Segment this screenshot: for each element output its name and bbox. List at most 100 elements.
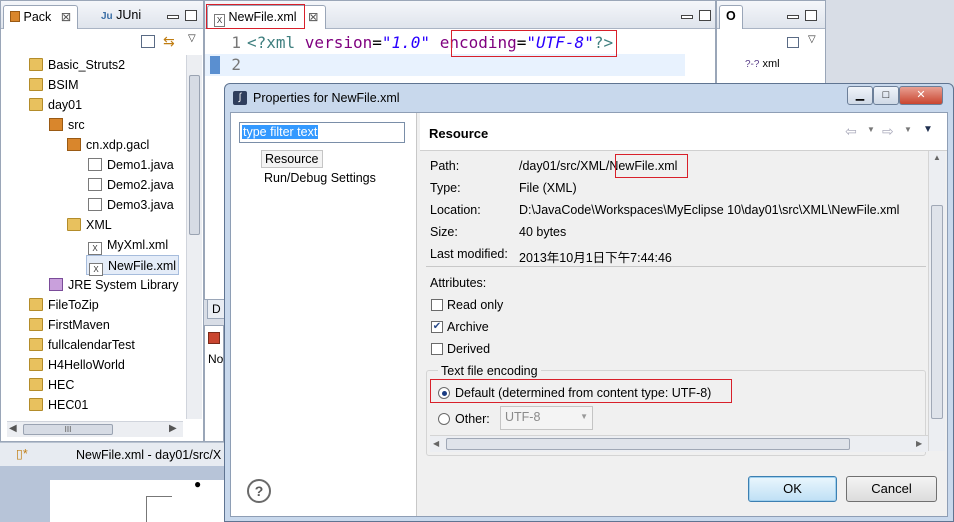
view-menu-icon[interactable]: ▼ [923,124,933,135]
cancel-button[interactable]: Cancel [846,476,937,502]
nav-item-run-debug[interactable]: Run/Debug Settings [264,171,376,185]
tree-item-bsim[interactable]: BSIM [29,75,79,95]
scroll-right-icon[interactable]: ▶ [916,439,922,448]
derived-checkbox[interactable] [431,343,443,355]
size-value: 40 bytes [519,225,567,239]
tree-item-label: Demo2.java [107,178,174,192]
back-icon[interactable]: ⇦ [845,123,857,140]
section-title: Resource [429,126,489,141]
tab-label: Pack [23,10,52,24]
tab-outline[interactable]: O [719,5,743,29]
other-encoding-radio[interactable] [438,413,450,425]
code-line-2[interactable]: 2 [205,54,685,76]
tree-item-day01[interactable]: day01 [29,95,82,115]
tree-item-hec01[interactable]: HEC01 [29,395,88,415]
view-menu-icon[interactable]: ▽ [188,33,196,44]
tree-item-label: FileToZip [48,298,99,312]
tab-label: O [726,9,736,23]
close-icon[interactable]: ⊠ [308,10,318,24]
minimize-button[interactable] [681,15,693,19]
tree-item-newfile[interactable]: X NewFile.xml [86,255,180,276]
folder-icon [67,218,81,231]
project-icon [29,358,43,371]
close-icon[interactable]: ⊠ [61,10,71,24]
last-modified-value: 2013年10月1日下午7:44:46 [519,251,672,265]
horizontal-scrollbar[interactable]: ◀ ▶ [430,435,928,452]
problems-icon [208,332,220,344]
help-button[interactable]: ? [247,479,271,503]
outline-item-label: xml [762,58,780,70]
path-prefix: /day01/src/XML/ [519,159,610,173]
tree-item-src[interactable]: src [49,115,85,135]
tree-item-label: JRE System Library [68,278,179,292]
document-box [146,496,172,522]
tree-item-xml-folder[interactable]: XML [67,215,112,235]
close-button[interactable]: ✕ [899,86,943,105]
tab-package-explorer[interactable]: Pack ⊠ [3,5,79,29]
nav-item-resource[interactable]: Resource [261,150,323,168]
scroll-left-icon[interactable]: ◀ [433,439,439,448]
other-encoding-select[interactable]: UTF-8 ▼ [500,406,593,430]
tree-item-basic-struts2[interactable]: Basic_Struts2 [29,55,125,75]
tab-junit[interactable]: Ju JUni [95,5,147,29]
tree-item-label: Demo3.java [107,198,174,212]
scroll-right-icon[interactable]: ▶ [169,423,177,434]
xml-space [430,33,440,52]
read-only-checkbox[interactable] [431,299,443,311]
collapse-all-icon[interactable] [141,35,155,48]
outline-item-xml[interactable]: ?-? xml [745,58,780,70]
package-explorer-tabbar: Pack ⊠ Ju JUni [1,1,203,29]
project-icon [29,338,43,351]
minimize-button[interactable] [787,15,799,19]
tree-item-label: MyXml.xml [107,238,169,252]
maximize-button[interactable] [185,10,197,21]
view-menu-icon[interactable]: ▽ [808,34,816,45]
vertical-scrollbar[interactable] [186,55,202,419]
maximize-button[interactable] [805,10,817,21]
tree-item-demo1[interactable]: Demo1.java [88,155,174,175]
tree-item-label: Demo1.java [107,158,174,172]
java-file-icon [88,178,102,191]
tree-item-jre-library[interactable]: JRE System Library [49,275,178,295]
dialog-titlebar: ∫ Properties for NewFile.xml ▁ □ ✕ [225,84,953,112]
tree-item-demo3[interactable]: Demo3.java [88,195,174,215]
scroll-left-icon[interactable]: ◀ [9,423,17,434]
scrollbar-thumb[interactable] [189,75,200,235]
forward-icon[interactable]: ⇨ [882,123,894,140]
bullet-icon: ● [194,477,202,491]
tree-item-h4helloworld[interactable]: H4HelloWorld [29,355,125,375]
status-text: NewFile.xml - day01/src/X [76,448,222,462]
tree-item-firstmaven[interactable]: FirstMaven [29,315,110,335]
tree-item-label: cn.xdp.gacl [86,138,150,152]
tree-item-package[interactable]: cn.xdp.gacl [67,135,149,155]
vertical-scrollbar[interactable]: ▲ [928,151,945,451]
tree-item-hec[interactable]: HEC [29,375,74,395]
link-with-editor-icon[interactable]: ⇆ [163,33,175,50]
package-explorer-icon [10,11,20,22]
scroll-up-icon[interactable]: ▲ [933,153,941,162]
filter-input[interactable]: type filter text [239,122,405,143]
last-modified-label: Last modified: [430,247,508,261]
scrollbar-thumb[interactable]: III [23,424,113,435]
back-dropdown-icon[interactable]: ▼ [867,125,875,134]
minimize-button[interactable] [167,15,179,19]
line-number: 1 [231,33,241,52]
horizontal-scrollbar[interactable]: ◀ III ▶ [7,421,183,437]
scrollbar-thumb[interactable] [931,205,943,419]
tree-item-filetozip[interactable]: FileToZip [29,295,99,315]
ok-button[interactable]: OK [748,476,837,502]
maximize-button[interactable] [699,10,711,21]
processing-instruction-icon: ?-? [745,59,760,70]
highlight-box-encoding-default [430,379,732,403]
tree-item-myxml[interactable]: X MyXml.xml [88,235,168,255]
scrollbar-thumb[interactable] [446,438,850,450]
location-value: D:\JavaCode\Workspaces\MyEclipse 10\day0… [519,203,900,217]
maximize-button[interactable]: □ [873,86,899,105]
tree-item-fullcalendartest[interactable]: fullcalendarTest [29,335,135,355]
tree-item-demo2[interactable]: Demo2.java [88,175,174,195]
forward-dropdown-icon[interactable]: ▼ [904,125,912,134]
archive-checkbox[interactable]: ✔ [431,321,443,333]
minimize-button[interactable]: ▁ [847,86,873,105]
collapse-all-icon[interactable] [787,37,799,48]
project-icon [29,318,43,331]
